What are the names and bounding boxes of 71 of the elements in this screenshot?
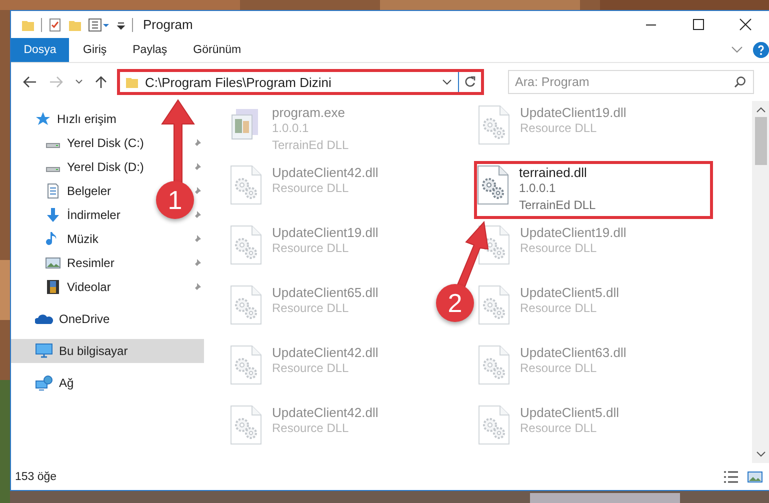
sidebar-item[interactable]: Belgeler [67,184,112,198]
file-detail: TerrainEd DLL [272,137,349,154]
dll-file-icon [478,405,510,445]
search-icon[interactable] [734,76,746,88]
document-icon [45,183,61,199]
ribbon-tab[interactable]: Paylaş [126,38,174,62]
file-detail: Resource DLL [520,240,598,257]
film-icon [45,279,61,295]
file-detail: 1.0.0.1 [519,180,557,197]
dll-file-icon [230,345,262,385]
sidebar-item[interactable]: Yerel Disk (D:) [67,160,144,174]
dll-file-icon [230,285,262,325]
sidebar-item[interactable]: Ağ [59,376,74,390]
file-detail: Resource DLL [272,180,350,197]
file-detail: Resource DLL [520,120,598,137]
file-menu-tab[interactable]: Dosya [11,38,69,62]
back-arrow-icon[interactable] [23,76,37,88]
chevron-icon[interactable] [731,46,743,54]
refresh-icon[interactable] [464,76,476,88]
details-view-icon[interactable] [723,470,739,484]
sidebar-item[interactable]: Bu bilgisayar [11,339,204,363]
address-path: C:\Program Files\Program Dizini [145,74,332,90]
file-detail: Resource DLL [272,420,350,437]
sidebar-item[interactable]: Yerel Disk (C:) [67,136,144,150]
tiles-view-icon[interactable] [747,470,763,484]
dll-file-icon [478,285,510,325]
file-detail: TerrainEd DLL [519,197,596,214]
file-detail: Resource DLL [272,240,350,257]
caret-icon[interactable] [442,79,452,85]
dll-file-icon [477,165,509,205]
file-detail: Resource DLL [520,300,598,317]
search-field[interactable]: Ara: Program [508,70,754,94]
window-title: Program [143,17,193,32]
file-detail: Resource DLL [272,300,350,317]
ribbon-tab[interactable]: Giriş [77,38,113,62]
sidebar-item[interactable]: Videolar [67,280,111,294]
up-arrow-icon[interactable] [95,75,107,89]
dll-file-icon [230,225,262,265]
sidebar-item[interactable]: Hızlı erişim [57,112,116,126]
dll-file-icon [230,405,262,445]
file-detail: 1.0.0.1 [272,120,310,137]
sidebar-item[interactable]: OneDrive [59,312,110,326]
scrollbar-thumb[interactable] [754,117,766,165]
address-bar[interactable]: C:\Program Files\Program Dizini [117,69,484,95]
picture-icon [45,255,61,271]
scroll-up-icon[interactable] [756,107,766,113]
file-detail: Resource DLL [520,420,598,437]
drive-icon [45,142,61,148]
help-icon[interactable] [753,42,769,58]
sidebar-item[interactable]: Resimler [67,256,114,270]
network-icon [35,375,53,391]
sidebar-item[interactable]: İndirmeler [67,208,120,222]
down-arrow-icon [45,207,61,223]
cloud-icon [35,313,53,325]
drive-icon [45,166,61,172]
file-name[interactable]: terrained.dll [519,165,596,180]
sidebar-item[interactable]: Müzik [67,232,98,246]
scroll-down-icon[interactable] [756,451,766,457]
ribbon-tab[interactable]: Görünüm [187,38,248,62]
properties-icon[interactable] [88,18,110,32]
dll-file-icon [230,165,262,205]
monitor-icon [35,343,53,359]
dll-file-icon [478,345,510,385]
item-count: 153 öğe [15,470,57,482]
dll-file-icon [478,105,510,145]
star-icon [35,111,51,127]
file-detail: Resource DLL [272,360,350,377]
folder-icon [125,75,139,89]
checklist-icon[interactable] [48,18,62,32]
caret-icon[interactable] [75,79,83,85]
file-detail: Resource DLL [520,360,598,377]
